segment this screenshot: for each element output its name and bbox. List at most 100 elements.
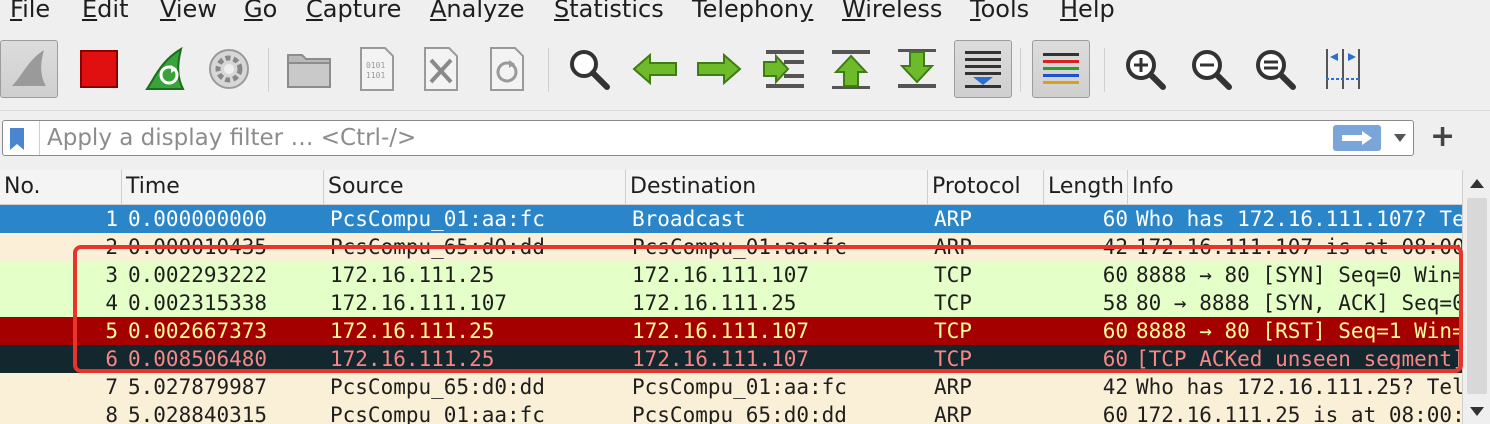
packet-cell-info: [TCP ACKed unseen segment] 8888 → 80 — [1136, 347, 1462, 371]
packet-cell-no: 3 — [105, 263, 118, 287]
packet-cell-dst: 172.16.111.107 — [632, 263, 810, 287]
packet-cell-info: 8888 → 80 [RST] Seq=1 Win=0 Len=0 — [1136, 319, 1462, 343]
resize-columns-icon[interactable] — [1314, 40, 1372, 98]
go-back-icon[interactable] — [626, 40, 684, 98]
menu-help[interactable]: Help — [1060, 0, 1115, 24]
packet-cell-len: 60 — [1102, 403, 1128, 424]
reload-file-icon[interactable] — [478, 40, 536, 98]
column-header-protocol[interactable]: Protocol — [928, 170, 1044, 204]
go-first-packet-icon[interactable] — [822, 40, 880, 98]
packet-list-scrollbar[interactable] — [1462, 170, 1490, 424]
packet-cell-time: 0.002315338 — [128, 291, 268, 315]
packet-row[interactable]: 3 0.002293222 172.16.111.25 172.16.111.107 T… — [0, 261, 1462, 289]
menu-file[interactable]: File — [10, 0, 50, 24]
go-forward-icon[interactable] — [690, 40, 748, 98]
packet-cell-time: 5.027879987 — [128, 375, 268, 399]
start-capture-shark-icon[interactable] — [0, 40, 58, 98]
display-filter-bar: + — [0, 118, 1490, 162]
close-file-icon[interactable] — [412, 40, 470, 98]
packet-cell-proto: TCP — [934, 319, 972, 343]
packet-cell-no: 6 — [105, 347, 118, 371]
packet-cell-len: 42 — [1102, 235, 1128, 259]
column-header-length[interactable]: Length — [1044, 170, 1128, 204]
menu-capture[interactable]: Capture — [306, 0, 401, 24]
packet-cell-info: Who has 172.16.111.25? Tell 172.16.111.1… — [1136, 375, 1462, 399]
packet-cell-info: Who has 172.16.111.107? Tell 172.16.111.… — [1136, 207, 1462, 231]
packet-cell-proto: ARP — [934, 403, 972, 424]
restart-capture-icon[interactable] — [136, 40, 194, 98]
packet-row[interactable]: 4 0.002315338 172.16.111.107 172.16.111.25 T… — [0, 289, 1462, 317]
go-to-packet-icon[interactable] — [756, 40, 814, 98]
capture-options-gear-icon[interactable] — [200, 40, 258, 98]
packet-cell-len: 60 — [1102, 347, 1128, 371]
column-header-info[interactable]: Info — [1128, 170, 1462, 204]
auto-scroll-icon[interactable] — [954, 40, 1012, 98]
add-filter-button-icon[interactable]: + — [1430, 122, 1455, 152]
menu-tools[interactable]: Tools — [970, 0, 1029, 24]
column-header-no[interactable]: No. — [0, 170, 122, 204]
packet-cell-dst: PcsCompu_01:aa:fc — [632, 235, 847, 259]
packet-cell-no: 4 — [105, 291, 118, 315]
zoom-in-icon[interactable] — [1116, 40, 1174, 98]
packet-cell-no: 2 — [105, 235, 118, 259]
column-header-source[interactable]: Source — [324, 170, 626, 204]
svg-text:0101: 0101 — [366, 61, 385, 70]
open-file-icon[interactable] — [280, 40, 338, 98]
filter-bookmark-icon[interactable] — [9, 127, 25, 151]
packet-cell-src: PcsCompu_65:d0:dd — [330, 235, 545, 259]
packet-cell-dst: PcsCompu_65:d0:dd — [632, 403, 847, 424]
find-packet-icon[interactable] — [560, 40, 618, 98]
menu-wireless[interactable]: Wireless — [842, 0, 942, 24]
packet-row[interactable]: 5 0.002667373 172.16.111.25 172.16.111.107 T… — [0, 317, 1462, 345]
menu-edit[interactable]: Edit — [82, 0, 128, 24]
column-header-time[interactable]: Time — [122, 170, 324, 204]
menu-go[interactable]: Go — [244, 0, 277, 24]
packet-row[interactable]: 7 5.027879987 PcsCompu_65:d0:dd PcsCompu_01… — [0, 373, 1462, 401]
go-last-packet-icon[interactable] — [888, 40, 946, 98]
packet-cell-no: 5 — [105, 319, 118, 343]
normal-size-icon[interactable] — [1246, 40, 1304, 98]
packet-cell-dst: PcsCompu_01:aa:fc — [632, 375, 847, 399]
packet-cell-no: 8 — [105, 403, 118, 424]
scroll-down-arrow-icon[interactable] — [1463, 398, 1490, 424]
packet-cell-len: 58 — [1102, 291, 1128, 315]
packet-cell-len: 42 — [1102, 375, 1128, 399]
display-filter-input[interactable] — [41, 121, 1333, 155]
menu-bar: File Edit View Go Capture Analyze Statistics Te… — [0, 0, 1490, 28]
zoom-out-icon[interactable] — [1182, 40, 1240, 98]
packet-cell-proto: TCP — [934, 347, 972, 371]
packet-cell-src: PcsCompu_01:aa:fc — [330, 207, 545, 231]
menu-telephony[interactable]: Telephony — [692, 0, 813, 24]
column-header-destination[interactable]: Destination — [626, 170, 928, 204]
packet-row[interactable]: 1 0.000000000 PcsCompu_01:aa:fc Broadcast AR… — [0, 205, 1462, 233]
packet-cell-time: 0.002667373 — [128, 319, 268, 343]
packet-cell-proto: ARP — [934, 375, 972, 399]
packet-cell-proto: ARP — [934, 207, 972, 231]
packet-cell-no: 1 — [105, 207, 118, 231]
packet-cell-len: 60 — [1102, 263, 1128, 287]
packet-row[interactable]: 8 5.028840315 PcsCompu_01:aa:fc PcsCompu_65… — [0, 401, 1462, 424]
scrollbar-thumb[interactable] — [1467, 198, 1487, 394]
packet-row[interactable]: 6 0.008506480 172.16.111.25 172.16.111.107 T… — [0, 345, 1462, 373]
stop-capture-icon[interactable] — [70, 40, 128, 98]
packet-list: No. Time Source Destination Protocol Len… — [0, 170, 1462, 424]
main-toolbar: 0101 1101 — [0, 30, 1490, 111]
packet-cell-info: 8888 → 80 [SYN] Seq=0 Win=8192 Len=0 — [1136, 263, 1462, 287]
packet-cell-info: 80 → 8888 [SYN, ACK] Seq=0 Ack=1 Win=642… — [1136, 291, 1462, 315]
scroll-up-arrow-icon[interactable] — [1463, 170, 1490, 196]
colorize-icon[interactable] — [1032, 40, 1090, 98]
packet-cell-dst: 172.16.111.25 — [632, 291, 797, 315]
packet-cell-src: PcsCompu_01:aa:fc — [330, 403, 545, 424]
menu-analyze[interactable]: Analyze — [430, 0, 525, 24]
packet-row[interactable]: 2 0.000010435 PcsCompu_65:d0:dd PcsCompu_01… — [0, 233, 1462, 261]
packet-cell-info: 172.16.111.25 is at 08:00:27:01:aa:fc — [1136, 403, 1462, 424]
menu-statistics[interactable]: Statistics — [554, 0, 664, 24]
save-file-icon[interactable]: 0101 1101 — [348, 40, 406, 98]
filter-history-dropdown-icon[interactable] — [1385, 121, 1415, 155]
apply-filter-arrow-icon[interactable] — [1333, 125, 1381, 151]
packet-cell-dst: 172.16.111.107 — [632, 319, 810, 343]
packet-cell-src: PcsCompu_65:d0:dd — [330, 375, 545, 399]
packet-cell-dst: 172.16.111.107 — [632, 347, 810, 371]
menu-view[interactable]: View — [160, 0, 217, 24]
packet-cell-time: 0.000000000 — [128, 207, 268, 231]
